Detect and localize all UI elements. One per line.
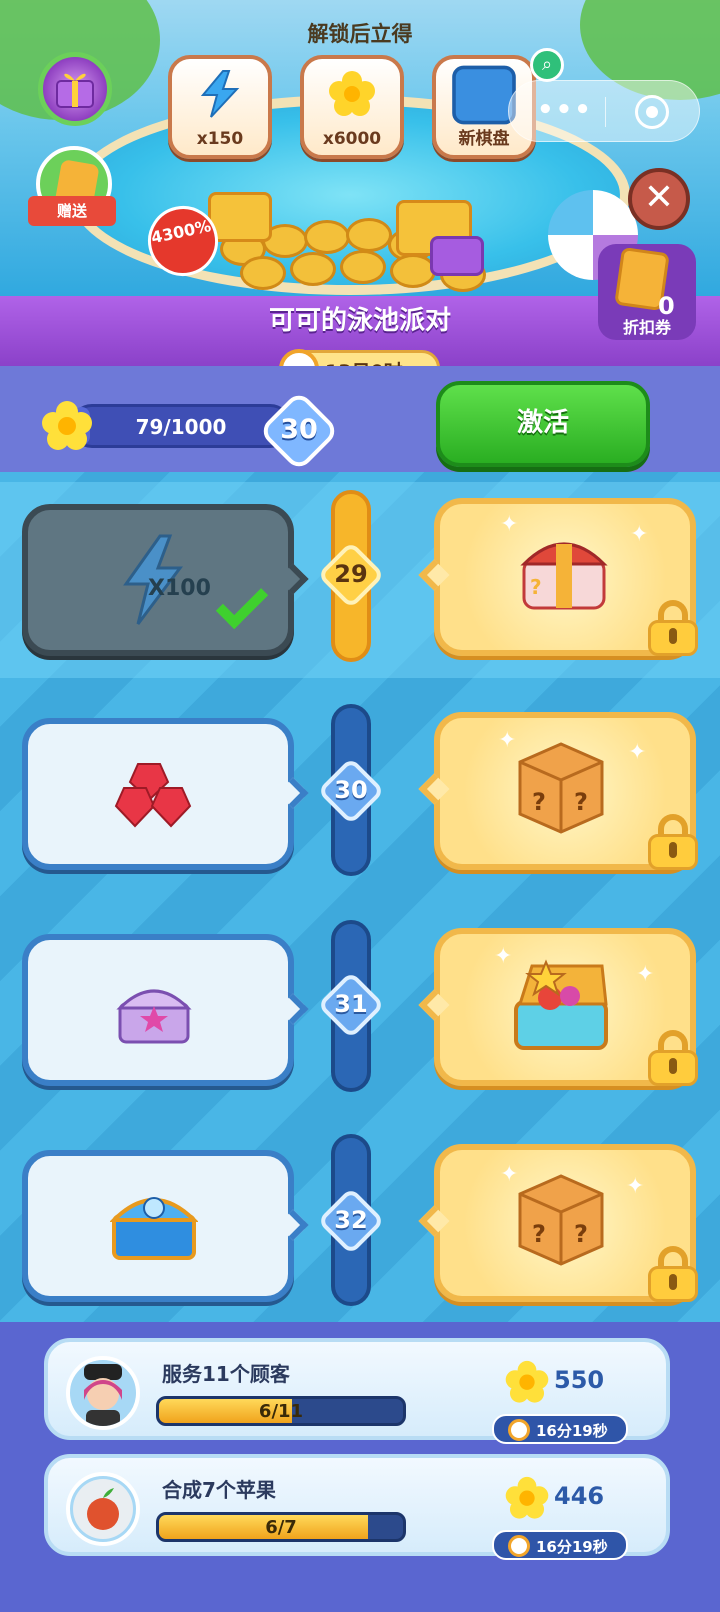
task-countdown: 16分19秒 (492, 1530, 628, 1560)
close-miniprogram-icon[interactable] (635, 95, 669, 129)
mystery-box-icon: ? ? (518, 742, 604, 834)
reward-amount: x6000 (322, 129, 382, 149)
sparkle-icon: ✦ (498, 728, 517, 753)
clock-icon (508, 1419, 530, 1441)
ruby-gems-icon (114, 763, 192, 828)
capsule-divider (605, 97, 606, 127)
level-number: 31 (334, 990, 368, 1018)
sparkle-icon: ✦ (628, 740, 647, 765)
purple-chest-icon (116, 989, 192, 1044)
coupon-button[interactable]: 0 折扣券 (598, 244, 696, 340)
clock-icon (508, 1535, 530, 1557)
level-number: 30 (334, 776, 368, 804)
premium-reward-card[interactable]: ✦ ✦ ? ? (418, 712, 698, 870)
free-reward-card[interactable] (22, 718, 309, 870)
coupon-label: 折扣券 (622, 318, 671, 337)
unlock-rewards-title: 解锁后立得 (307, 22, 413, 46)
activate-button[interactable]: 激活 (436, 381, 650, 467)
blue-chest-icon (110, 1197, 198, 1260)
reward-amount: x150 (196, 129, 244, 149)
task-title: 合成7个苹果 (162, 1478, 276, 1502)
svg-text:?: ? (532, 788, 546, 816)
mystery-box-icon: ? ? (518, 1174, 604, 1266)
level-number: 29 (334, 560, 368, 588)
task-countdown-text: 16分19秒 (536, 1538, 608, 1556)
task-progress-text: 6/11 (258, 1401, 304, 1422)
task-reward-amount: 550 (554, 1366, 605, 1394)
free-reward-amount: X100 (148, 576, 211, 601)
apple-icon (66, 1472, 140, 1546)
unlock-reward-energy[interactable]: x150 (168, 55, 272, 159)
energy-bolt-icon (200, 70, 240, 118)
flower-icon (505, 1476, 549, 1519)
premium-reward-card[interactable]: ✦ ✦ ? (418, 498, 698, 656)
gift-label: 赠送 (28, 196, 116, 226)
level-number: 32 (334, 1206, 368, 1234)
progress-text: 79/1000 (135, 415, 227, 439)
level-node: 31 (317, 971, 385, 1039)
sparkle-icon: ✦ (626, 1174, 645, 1199)
task-card[interactable]: 服务11个顾客 6/11 550 16分19秒 (44, 1338, 670, 1444)
task-countdown-text: 16分19秒 (536, 1422, 608, 1440)
board-icon (452, 65, 516, 125)
lock-icon (648, 1030, 698, 1086)
svg-text:?: ? (532, 1220, 546, 1248)
points-progress-bar: 79/1000 (70, 404, 292, 448)
task-title: 服务11个顾客 (162, 1362, 290, 1386)
flower-icon (329, 71, 375, 116)
free-reward-card[interactable]: X100 (22, 504, 309, 656)
flower-icon (42, 401, 92, 450)
lock-icon (648, 600, 698, 656)
treasure-chest-icon (514, 959, 608, 1050)
premium-reward-card[interactable]: ✦ ✦ ? ? (418, 1144, 698, 1302)
close-icon[interactable]: ✕ (628, 168, 690, 230)
checkmark-icon (215, 576, 269, 630)
free-reward-card[interactable] (22, 934, 309, 1086)
miniprogram-capsule: ••• (508, 80, 700, 142)
gift-box-icon (56, 73, 94, 108)
search-icon[interactable]: ⌕ (530, 48, 564, 82)
current-level: 30 (280, 414, 318, 445)
task-reward-amount: 446 (554, 1482, 605, 1510)
sparkle-icon: ✦ (636, 962, 655, 987)
more-options-icon[interactable]: ••• (537, 95, 593, 125)
gift-pack-button[interactable] (38, 52, 112, 126)
level-node: 29 (317, 541, 385, 609)
red-chest-icon: ? (520, 542, 608, 610)
free-reward-card[interactable] (22, 1150, 309, 1302)
task-card[interactable]: 合成7个苹果 6/7 446 16分19秒 (44, 1454, 670, 1560)
lock-icon (648, 1246, 698, 1302)
task-countdown: 16分19秒 (492, 1414, 628, 1444)
flower-icon (505, 1360, 549, 1403)
task-progress-bar: 6/11 (156, 1396, 406, 1426)
premium-reward-card[interactable]: ✦ ✦ (418, 928, 698, 1086)
lock-icon (648, 814, 698, 870)
level-node: 32 (317, 1187, 385, 1255)
svg-text:?: ? (574, 788, 588, 816)
svg-text:?: ? (530, 575, 542, 599)
level-node: 30 (317, 757, 385, 825)
task-progress-text: 6/7 (265, 1517, 297, 1538)
customer-avatar-icon (66, 1356, 140, 1430)
unlock-reward-flowers[interactable]: x6000 (300, 55, 404, 159)
sparkle-icon: ✦ (630, 522, 649, 547)
task-progress-bar: 6/7 (156, 1512, 406, 1542)
svg-text:?: ? (574, 1220, 588, 1248)
